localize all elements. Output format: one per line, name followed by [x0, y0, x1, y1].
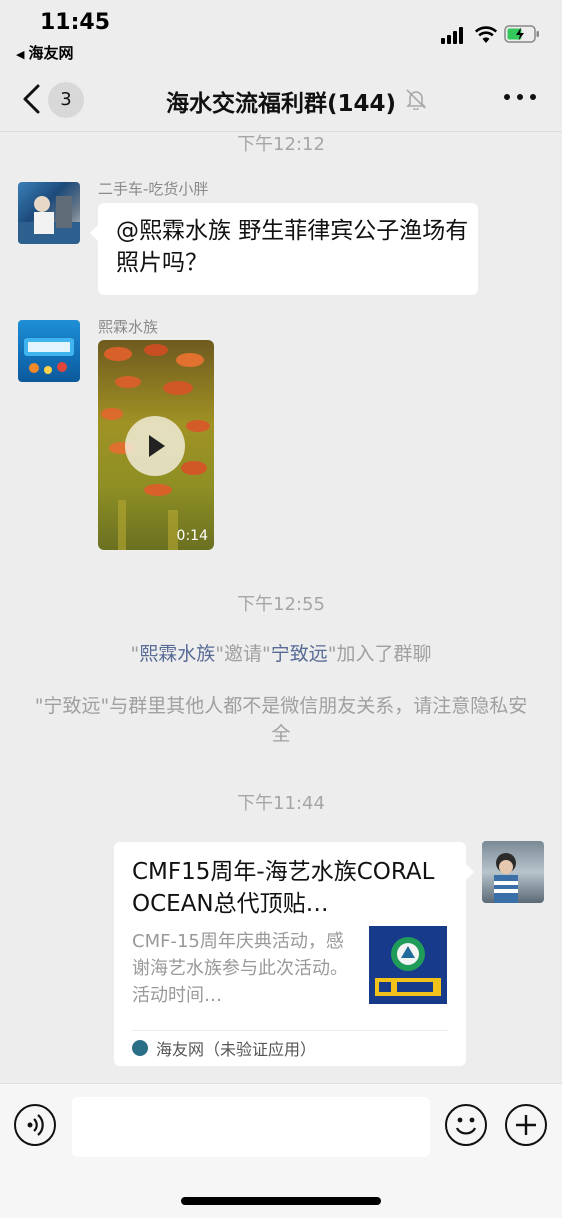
inviter-link[interactable]: 熙霖水族	[139, 643, 215, 665]
card-thumbnail	[369, 926, 447, 1004]
more-actions-button[interactable]	[505, 1104, 547, 1146]
timestamp: 下午11:44	[237, 793, 325, 814]
timestamp: 下午12:55	[237, 594, 325, 615]
system-invite-message: "熙霖水族"邀请"宁致远"加入了群聊	[30, 640, 532, 668]
battery-icon	[504, 25, 539, 43]
app-source-icon	[132, 1040, 148, 1056]
avatar-photo-icon	[494, 853, 518, 903]
avatar[interactable]	[482, 841, 544, 903]
card-source: 海友网（未验证应用）	[156, 1040, 317, 1059]
card-description: CMF-15周年庆典活动，感谢海艺水族参与此次活动。活动时间…	[132, 931, 348, 1006]
plus-icon	[516, 1115, 536, 1135]
voice-input-button[interactable]	[14, 1104, 56, 1146]
status-time: 11:45	[40, 10, 111, 35]
message-text: @熙霖水族 野生菲律宾公子渔场有照片吗？	[116, 218, 469, 276]
video-duration: 0:14	[176, 528, 208, 544]
more-options-icon[interactable]	[504, 94, 536, 104]
video-message[interactable]: 0:14	[98, 340, 214, 550]
avatar-logo-icon	[24, 338, 74, 374]
back-chevron-icon[interactable]	[18, 82, 44, 116]
avatar[interactable]	[18, 182, 80, 244]
joined-text: "加入了群聊	[327, 643, 432, 665]
home-indicator[interactable]	[181, 1197, 381, 1205]
voice-icon	[27, 1114, 44, 1136]
wifi-icon	[474, 26, 498, 43]
message-bubble[interactable]: @熙霖水族 野生菲律宾公子渔场有照片吗？	[90, 203, 478, 295]
emoji-icon	[455, 1117, 477, 1135]
avatar[interactable]	[18, 320, 80, 382]
sender-name: 二手车-吃货小胖	[98, 180, 209, 198]
system-privacy-notice: "宁致远"与群里其他人都不是微信朋友关系，请注意隐私安全	[34, 695, 528, 745]
play-icon[interactable]	[125, 416, 185, 476]
emoji-button[interactable]	[445, 1104, 487, 1146]
cellular-signal-icon	[441, 26, 467, 44]
unread-count-badge[interactable]: 3	[48, 82, 84, 118]
back-app-label: 海友网	[28, 44, 74, 62]
chat-title: 海水交流福利群(144)	[165, 91, 397, 117]
invite-text: "邀请"	[215, 643, 271, 665]
mute-bell-icon	[406, 89, 426, 110]
chat-nav-bar: 3 海水交流福利群(144)	[0, 70, 562, 132]
quote-text: "	[130, 643, 140, 665]
link-card-message[interactable]: CMF15周年-海艺水族CORAL OCEAN总代顶贴… CMF-15周年庆典活…	[114, 842, 474, 1066]
status-bar: 11:45 ◀ 海友网	[0, 0, 562, 70]
card-title: CMF15周年-海艺水族CORAL OCEAN总代顶贴…	[132, 859, 435, 917]
avatar-photo-icon	[18, 196, 80, 244]
card-thumbnail-icon	[369, 926, 447, 1004]
card-divider	[132, 1030, 448, 1031]
sender-name: 熙霖水族	[98, 318, 159, 336]
message-text-input[interactable]	[72, 1097, 430, 1157]
back-to-app-link[interactable]: ◀ 海友网	[16, 42, 73, 63]
back-triangle-icon: ◀	[16, 48, 25, 61]
invitee-link[interactable]: 宁致远	[271, 643, 328, 665]
timestamp: 下午12:12	[237, 134, 325, 155]
